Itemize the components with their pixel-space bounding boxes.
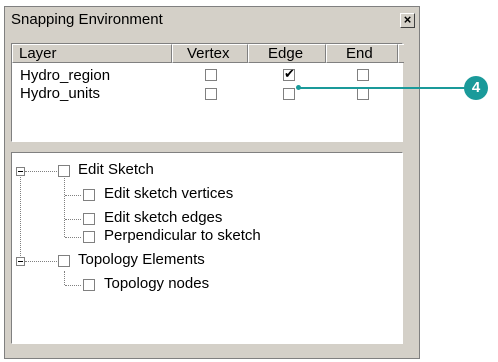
layer-snapping-table: Layer Vertex Edge End Hydro_region Hydro… (11, 43, 404, 142)
tree-group-label: Topology Elements (78, 251, 205, 268)
end-snap-checkbox[interactable] (357, 88, 369, 100)
tree-connector (20, 172, 21, 262)
tree-item-label: Edit sketch edges (104, 209, 223, 226)
edge-snap-checkbox[interactable] (283, 88, 295, 100)
column-header-layer[interactable]: Layer (12, 44, 172, 63)
column-header-edge[interactable]: Edge (248, 44, 326, 63)
edit-sketch-checkbox[interactable] (58, 165, 70, 177)
tree-item-label: Topology nodes (104, 275, 210, 292)
tree-item-label: Perpendicular to sketch (104, 227, 261, 244)
snapping-tree: Edit Sketch Edit sketch vertices Edit sk… (11, 152, 403, 344)
callout-line (299, 87, 465, 89)
vertex-snap-checkbox[interactable] (205, 69, 217, 81)
tree-connector (65, 237, 81, 238)
window-title: Snapping Environment (11, 11, 163, 28)
tree-connector (65, 285, 81, 286)
tree-connector (64, 175, 65, 237)
tree-connector (65, 195, 81, 196)
tree-connector (25, 261, 57, 262)
tree-connector (25, 171, 57, 172)
edit-sketch-vertices-checkbox[interactable] (83, 189, 95, 201)
collapse-toggle[interactable] (16, 167, 25, 176)
column-header-vertex[interactable]: Vertex (172, 44, 248, 63)
vertex-snap-checkbox[interactable] (205, 88, 217, 100)
tree-connector (65, 219, 81, 220)
topology-nodes-checkbox[interactable] (83, 279, 95, 291)
collapse-toggle[interactable] (16, 257, 25, 266)
layer-row-name: Hydro_units (20, 85, 101, 102)
close-icon: × (403, 12, 412, 27)
column-header-end[interactable]: End (326, 44, 398, 63)
title-bar: Snapping Environment × (7, 9, 417, 31)
tree-group-label: Edit Sketch (78, 161, 154, 178)
topology-elements-checkbox[interactable] (58, 255, 70, 267)
perpendicular-to-sketch-checkbox[interactable] (83, 231, 95, 243)
edge-snap-checkbox[interactable] (283, 66, 295, 82)
edit-sketch-edges-checkbox[interactable] (83, 213, 95, 225)
close-button[interactable]: × (400, 13, 415, 28)
tree-item-label: Edit sketch vertices (104, 185, 234, 202)
tree-connector (64, 271, 65, 285)
step-number-badge: 4 (464, 76, 488, 100)
layer-row-name: Hydro_region (20, 67, 111, 84)
column-header-filler (398, 44, 404, 63)
end-snap-checkbox[interactable] (357, 69, 369, 81)
